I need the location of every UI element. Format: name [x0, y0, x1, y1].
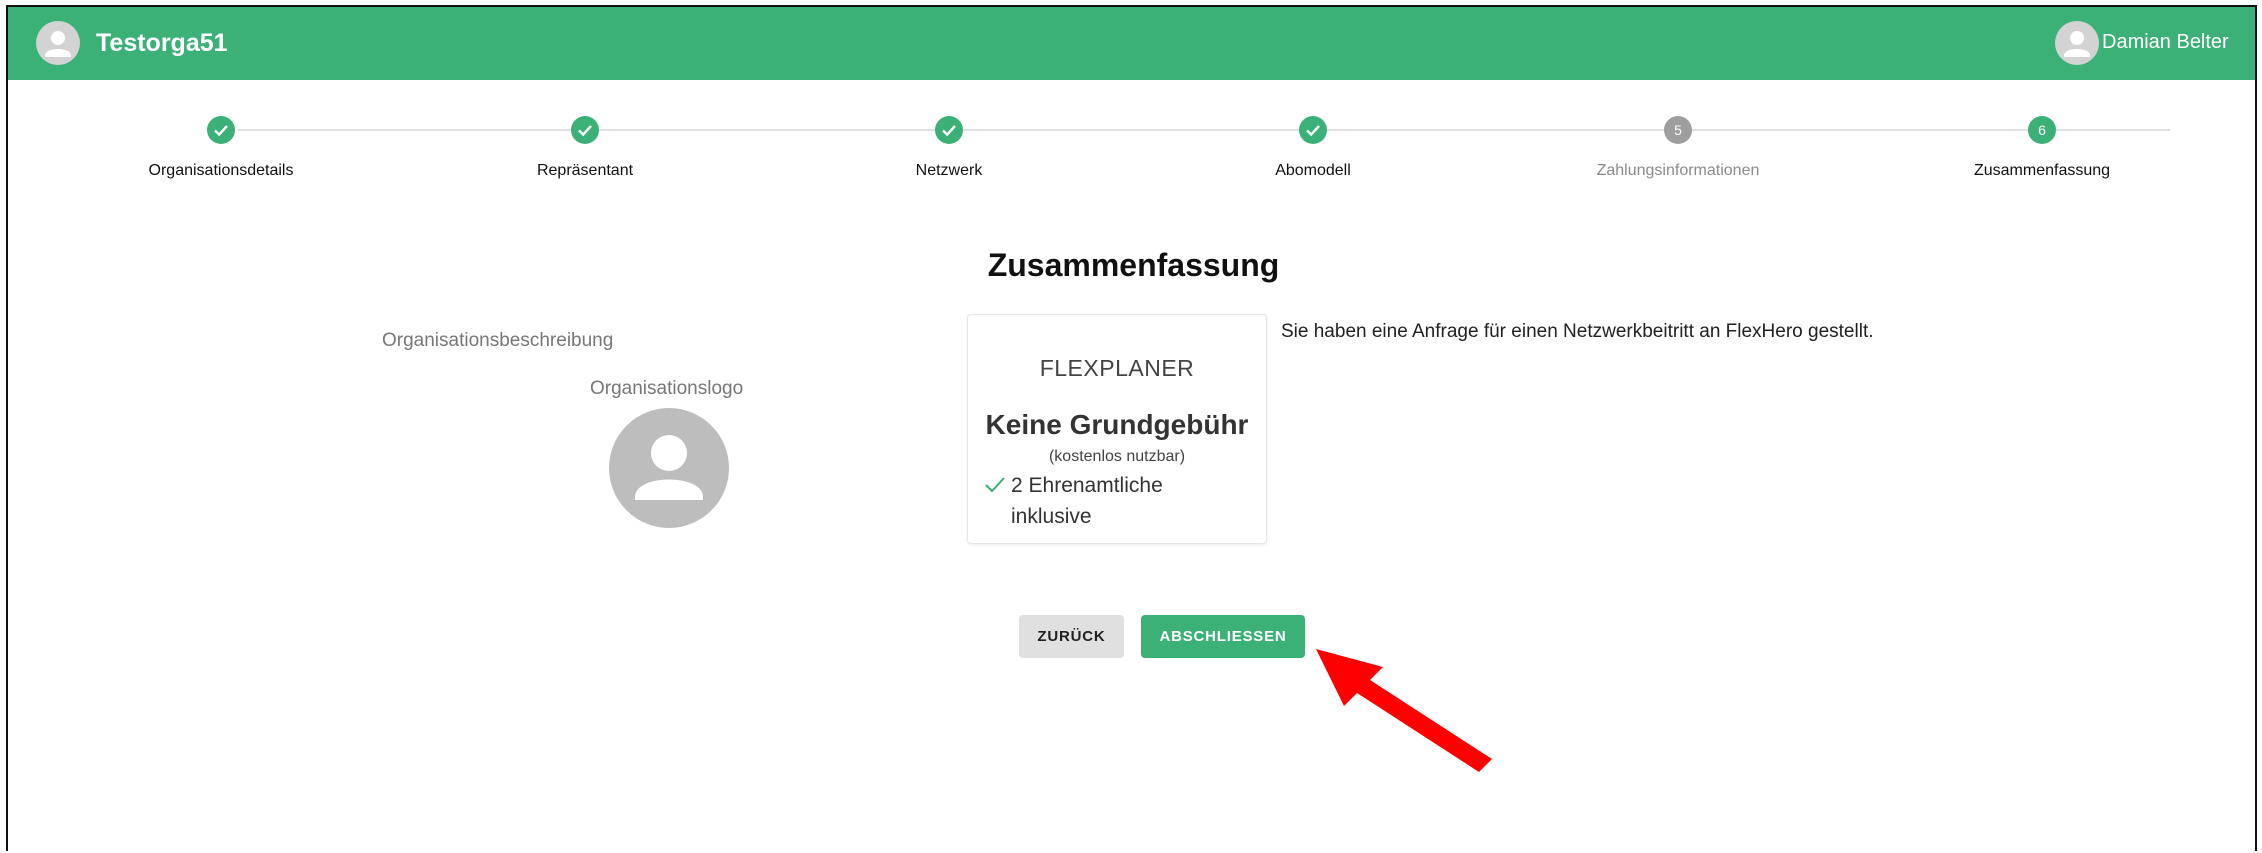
step-5-number: 5: [1664, 116, 1692, 144]
plan-subtitle: (kostenlos nutzbar): [1048, 448, 1186, 465]
step-label-zusammenfassung[interactable]: Zusammenfassung: [1892, 162, 2192, 180]
plan-name: FLEXPLANER: [1039, 355, 1195, 381]
back-button[interactable]: ZURÜCK: [1019, 615, 1124, 658]
plan-price: Keine Grundgebühr: [985, 409, 1249, 440]
step-6-number: 6: [2028, 116, 2056, 144]
user-avatar-icon[interactable]: [2055, 21, 2099, 65]
plan-card: FLEXPLANER Keine Grundgebühr (kostenlos …: [967, 314, 1267, 544]
org-avatar-icon[interactable]: [36, 21, 80, 65]
org-description-label: Organisationsbeschreibung: [382, 330, 614, 351]
step-2-check-icon: [571, 116, 599, 144]
top-bar: Testorga51 Damian Belter: [8, 7, 2255, 80]
app-window: Testorga51 Damian Belter Organisationsde…: [6, 5, 2257, 851]
step-label-netzwerk[interactable]: Netzwerk: [799, 162, 1099, 180]
finish-button[interactable]: ABSCHLIESSEN: [1141, 615, 1305, 658]
plan-feature: 2 Ehrenamtliche inklusive: [1011, 474, 1163, 528]
step-label-abomodell[interactable]: Abomodell: [1163, 162, 1463, 180]
page-title: Zusammenfassung: [987, 247, 1280, 283]
stepper: Organisationsdetails Repräsentant Netzwe…: [8, 80, 2255, 190]
step-4-check-icon: [1299, 116, 1327, 144]
check-icon: [985, 477, 1005, 493]
org-logo-placeholder-icon: [609, 408, 729, 528]
step-1-check-icon: [207, 116, 235, 144]
stepper-connector: [238, 129, 2170, 131]
step-label-zahlungsinformationen[interactable]: Zahlungsinformationen: [1528, 162, 1828, 180]
red-arrow-annotation: [1316, 649, 1492, 772]
info-text: Sie haben eine Anfrage für einen Netzwer…: [1281, 321, 1874, 342]
step-label-repraesentant[interactable]: Repräsentant: [435, 162, 735, 180]
step-3-check-icon: [935, 116, 963, 144]
org-logo-label: Organisationslogo: [590, 378, 744, 399]
user-name[interactable]: Damian Belter: [2102, 31, 2229, 54]
step-label-organisationsdetails[interactable]: Organisationsdetails: [71, 162, 371, 180]
org-name[interactable]: Testorga51: [96, 29, 228, 58]
